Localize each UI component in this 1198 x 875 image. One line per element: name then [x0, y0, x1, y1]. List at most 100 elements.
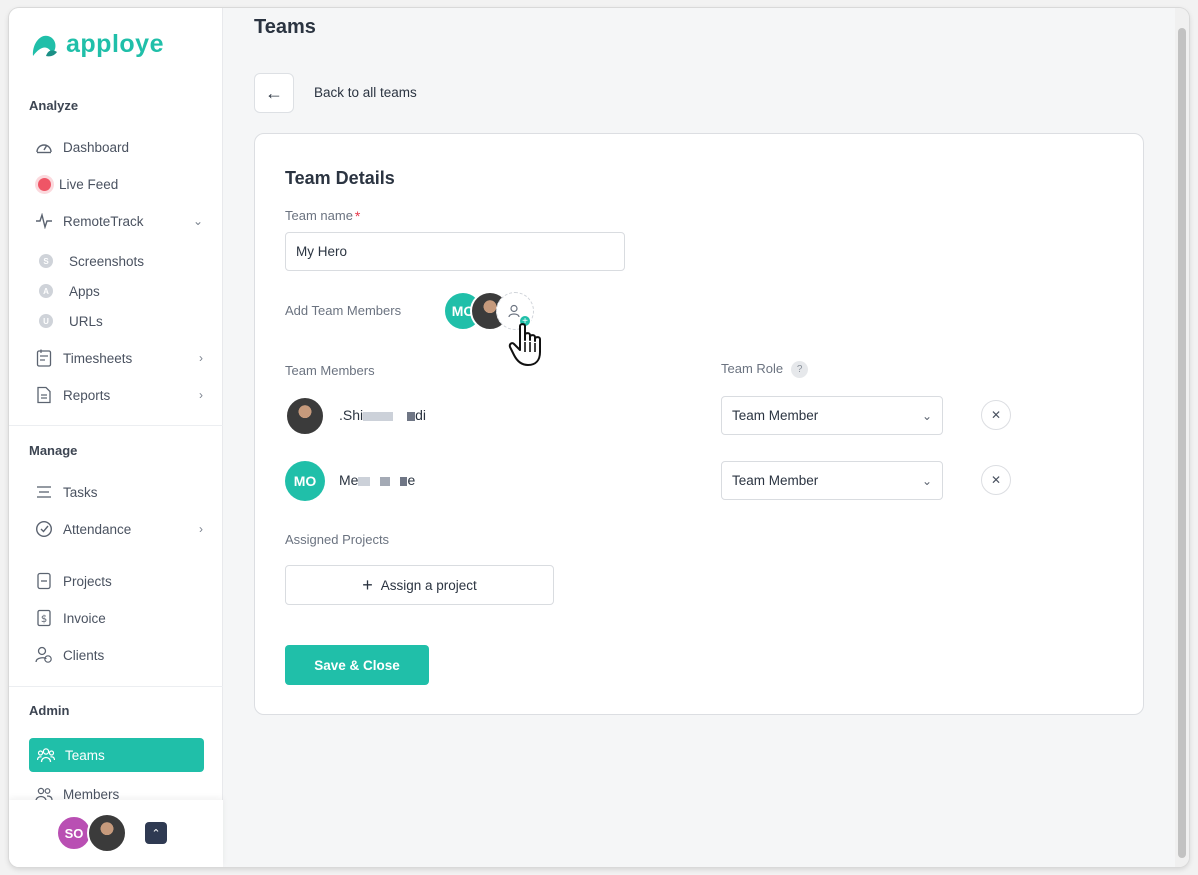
live-dot-icon [35, 175, 53, 193]
sidebar-item-invoice[interactable]: $ Invoice [35, 603, 203, 633]
user-photo-avatar[interactable] [87, 813, 127, 853]
sidebar: apploye Analyze Dashboard Live Feed Remo… [9, 8, 223, 867]
redacted-mark [363, 411, 394, 421]
member-name: .Shi di [339, 407, 426, 423]
member-name-start: Me [339, 472, 359, 488]
chevron-down-icon: ⌄ [921, 473, 932, 488]
add-members-label: Add Team Members [285, 303, 402, 318]
sidebar-item-label: Live Feed [59, 176, 119, 192]
remove-member-button[interactable]: ✕ [981, 400, 1011, 430]
plus-icon: + [362, 575, 373, 595]
help-icon[interactable]: ? [791, 361, 809, 379]
member-name-start: .Shi [339, 407, 364, 423]
sidebar-item-urls[interactable]: U URLs [39, 309, 103, 333]
sidebar-footer: SO ⌃ [9, 800, 223, 867]
app-window: apploye Analyze Dashboard Live Feed Remo… [9, 8, 1189, 867]
team-details-card: Team Details Team name * My Hero Add Team… [254, 133, 1144, 715]
scrollbar-thumb[interactable] [1178, 28, 1186, 858]
sidebar-item-clients[interactable]: Clients [35, 640, 203, 670]
sidebar-item-screenshots[interactable]: S Screenshots [39, 249, 144, 273]
apps-badge-icon: A [39, 284, 53, 298]
sidebar-item-projects[interactable]: Projects [35, 566, 203, 596]
sidebar-item-attendance[interactable]: Attendance › [35, 514, 203, 544]
chevron-down-icon: ⌄ [921, 408, 932, 423]
assign-project-button[interactable]: + Assign a project [285, 565, 554, 605]
sidebar-item-label: Reports [63, 387, 111, 403]
member-photo-avatar [285, 396, 325, 436]
sidebar-item-label: Attendance [63, 521, 132, 537]
remove-member-button[interactable]: ✕ [981, 465, 1011, 495]
team-role-select[interactable]: Team Member ⌄ [721, 396, 943, 435]
sidebar-item-label: Invoice [63, 610, 106, 626]
apploye-logo-icon [32, 35, 57, 56]
sidebar-item-remotetrack[interactable]: RemoteTrack ⌄ [35, 206, 203, 236]
redacted-mark [358, 476, 371, 486]
team-role-label-text: Team Role [721, 361, 784, 376]
close-icon: ✕ [990, 473, 1002, 487]
back-to-teams-link[interactable]: Back to all teams [314, 85, 417, 100]
brand-name: apploye [66, 30, 164, 58]
assign-project-label: Assign a project [380, 577, 477, 593]
gauge-icon [35, 138, 53, 156]
sidebar-item-label: Teams [65, 747, 105, 763]
sidebar-item-label: Clients [63, 647, 105, 663]
section-manage: Manage [29, 443, 78, 458]
chevron-down-icon: ⌄ [192, 214, 203, 228]
list-icon [35, 483, 53, 501]
sidebar-item-label: Screenshots [69, 253, 145, 269]
sidebar-item-reports[interactable]: Reports › [35, 380, 203, 410]
redacted-mark [380, 476, 391, 486]
chevron-right-icon: › [199, 388, 203, 402]
sidebar-item-teams[interactable]: Teams [29, 738, 204, 772]
sidebar-item-dashboard[interactable]: Dashboard [35, 132, 203, 162]
assigned-projects-label: Assigned Projects [285, 532, 390, 547]
sidebar-item-label: RemoteTrack [63, 213, 144, 229]
arrow-left-icon: ← [265, 82, 283, 103]
scrollbar[interactable] [1175, 8, 1189, 867]
logo[interactable]: apploye [30, 30, 164, 59]
activity-icon [35, 212, 53, 230]
team-name-input[interactable]: My Hero [285, 232, 625, 271]
sidebar-item-label: Apps [69, 283, 100, 299]
sidebar-item-timesheets[interactable]: Timesheets › [35, 343, 203, 373]
chevron-right-icon: › [199, 522, 203, 536]
sidebar-divider [9, 425, 223, 426]
project-icon [35, 572, 53, 590]
sidebar-item-label: URLs [69, 313, 103, 329]
required-mark: * [354, 208, 361, 224]
member-name-end: di [415, 407, 427, 423]
member-avatar-mo: MO [285, 461, 325, 501]
team-role-value: Team Member [732, 408, 819, 423]
section-admin: Admin [29, 703, 70, 718]
member-name: Me e [339, 472, 415, 488]
sidebar-divider [9, 686, 223, 687]
hand-cursor-icon [508, 323, 541, 366]
save-close-button[interactable]: Save & Close [285, 645, 429, 685]
sidebar-item-live-feed[interactable]: Live Feed [35, 169, 203, 199]
team-role-value: Team Member [732, 473, 819, 488]
team-name-label-text: Team name [285, 208, 353, 223]
team-role-label: Team Role? [721, 361, 809, 379]
svg-text:$: $ [41, 614, 47, 625]
urls-badge-icon: U [39, 314, 53, 328]
member-name-end: e [407, 472, 416, 488]
sidebar-item-tasks[interactable]: Tasks [35, 477, 203, 507]
screenshots-badge-icon: S [39, 254, 53, 268]
team-icon [37, 747, 55, 763]
sidebar-item-label: Tasks [63, 484, 98, 500]
team-role-select[interactable]: Team Member ⌄ [721, 461, 943, 500]
sidebar-item-label: Projects [63, 573, 112, 589]
sidebar-item-label: Dashboard [63, 139, 130, 155]
expand-up-button[interactable]: ⌃ [145, 822, 167, 844]
close-icon: ✕ [990, 408, 1002, 422]
back-button[interactable]: ← [254, 73, 294, 113]
attendance-icon [35, 520, 53, 538]
team-members-label: Team Members [285, 363, 375, 378]
redacted-mark [400, 476, 408, 486]
invoice-icon: $ [35, 609, 53, 627]
report-icon [35, 386, 53, 404]
client-icon [35, 646, 53, 664]
sidebar-item-label: Timesheets [63, 350, 133, 366]
sidebar-item-apps[interactable]: A Apps [39, 279, 100, 303]
section-analyze: Analyze [29, 98, 79, 113]
